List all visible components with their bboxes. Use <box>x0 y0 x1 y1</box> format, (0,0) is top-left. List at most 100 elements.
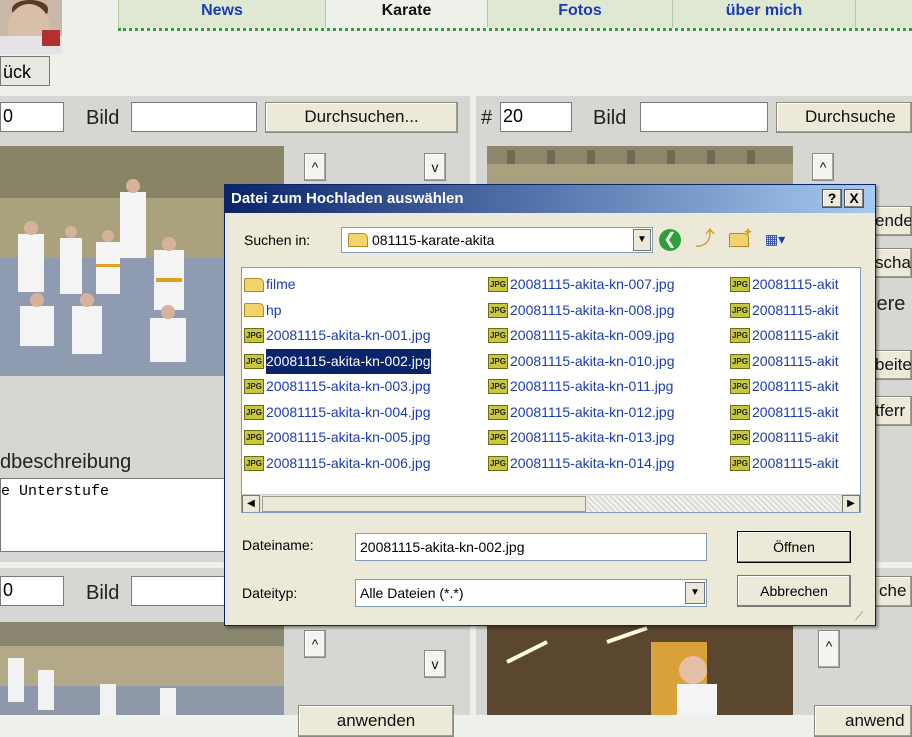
apply-button-left-bottom[interactable]: anwenden <box>298 705 454 737</box>
file-item[interactable]: JPG 20081115-akita-kn-001.jpg <box>242 323 431 349</box>
file-item-label: filme <box>266 276 296 293</box>
move-up-button-left[interactable]: ^ <box>304 153 326 181</box>
file-item-label: 20081115-akita-kn-007.jpg <box>510 276 675 293</box>
move-down-button-left[interactable]: v <box>424 153 446 181</box>
file-item[interactable]: hp <box>242 298 431 324</box>
file-item[interactable]: JPG 20081115-akit <box>728 451 839 477</box>
file-item[interactable]: JPG 20081115-akit <box>728 323 839 349</box>
position-field-left-bottom[interactable]: 0 <box>0 576 64 606</box>
scroll-left-arrow-icon[interactable]: ◀ <box>242 495 260 512</box>
close-button[interactable]: X <box>844 189 864 208</box>
jpg-file-icon: JPG <box>730 430 750 446</box>
open-button[interactable]: Öffnen <box>737 531 851 563</box>
browse-button-right[interactable]: Durchsuche <box>776 102 912 133</box>
move-up-button-right[interactable]: ^ <box>812 153 834 181</box>
file-item-label: 20081115-akita-kn-010.jpg <box>510 352 675 369</box>
lookin-dropdown-chevron-down-icon[interactable]: ▼ <box>633 229 651 251</box>
file-item[interactable]: JPG 20081115-akita-kn-013.jpg <box>486 425 675 451</box>
jpg-file-icon: JPG <box>488 302 508 318</box>
side-label-right: iere <box>872 293 906 315</box>
file-item-label: 20081115-akit <box>752 276 839 293</box>
file-item-label: 20081115-akit <box>752 352 839 369</box>
move-down-button-left-bottom[interactable]: v <box>424 650 446 678</box>
file-item[interactable]: JPG 20081115-akita-kn-014.jpg <box>486 451 675 477</box>
move-up-button-left-bottom[interactable]: ^ <box>304 630 326 658</box>
filetype-dropdown-chevron-down-icon[interactable]: ▼ <box>685 582 705 604</box>
position-field-left[interactable]: 0 <box>0 102 64 132</box>
jpg-file-icon: JPG <box>488 430 508 446</box>
file-item[interactable]: JPG 20081115-akit <box>728 425 839 451</box>
file-item[interactable]: JPG 20081115-akita-kn-010.jpg <box>486 349 675 375</box>
back-arrow-icon[interactable]: ❮ <box>659 229 681 251</box>
back-button[interactable]: ück <box>0 56 50 86</box>
tab-fotos[interactable]: Fotos <box>487 0 673 28</box>
file-item[interactable]: JPG 20081115-akit <box>728 272 839 298</box>
file-item[interactable]: JPG 20081115-akit <box>728 298 839 324</box>
lookin-select[interactable]: 081115-karate-akita <box>341 227 653 253</box>
resize-grip-icon[interactable]: ⟋ <box>855 609 863 624</box>
file-item[interactable]: JPG 20081115-akita-kn-003.jpg <box>242 374 431 400</box>
folder-up-icon[interactable]: ⤴ <box>693 227 717 251</box>
karate-photo-right-bottom-image <box>487 622 793 715</box>
new-folder-icon[interactable]: ✦ <box>729 225 753 249</box>
file-item[interactable]: JPG 20081115-akita-kn-007.jpg <box>486 272 675 298</box>
file-item-label: 20081115-akit <box>752 327 839 344</box>
jpg-file-icon: JPG <box>244 404 264 420</box>
file-item[interactable]: JPG 20081115-akita-kn-005.jpg <box>242 425 431 451</box>
description-label-left: dbeschreibung <box>0 451 132 473</box>
file-path-field-left-bottom[interactable] <box>131 576 225 606</box>
jpg-file-icon: JPG <box>730 328 750 344</box>
file-item[interactable]: JPG 20081115-akita-kn-004.jpg <box>242 400 431 426</box>
apply-button-right-bottom[interactable]: anwend <box>814 705 912 737</box>
file-item[interactable]: JPG 20081115-akita-kn-008.jpg <box>486 298 675 324</box>
folder-icon <box>244 277 264 292</box>
move-up-button-right-bottom[interactable]: ^ <box>818 630 840 668</box>
filename-input[interactable]: 20081115-akita-kn-002.jpg <box>355 533 707 561</box>
file-path-field-left[interactable] <box>131 102 257 132</box>
file-item[interactable]: JPG 20081115-akita-kn-006.jpg <box>242 451 431 477</box>
tab-more[interactable] <box>855 0 912 28</box>
position-field-right[interactable]: 20 <box>500 102 572 132</box>
file-item[interactable]: JPG 20081115-akit <box>728 374 839 400</box>
help-button[interactable]: ? <box>822 189 842 208</box>
hash-label-right: # <box>481 107 493 129</box>
file-item[interactable]: JPG 20081115-akita-kn-012.jpg <box>486 400 675 426</box>
browse-button-left[interactable]: Durchsuchen... <box>265 102 458 133</box>
file-item[interactable]: filme <box>242 272 431 298</box>
scroll-right-arrow-icon[interactable]: ▶ <box>842 495 860 512</box>
file-item-label: 20081115-akita-kn-004.jpg <box>266 403 431 420</box>
file-item[interactable]: JPG 20081115-akita-kn-009.jpg <box>486 323 675 349</box>
filetype-select[interactable]: Alle Dateien (*.*) <box>355 579 707 607</box>
file-item-label: 20081115-akita-kn-012.jpg <box>510 403 675 420</box>
file-item-label: 20081115-akit <box>752 301 839 318</box>
jpg-file-icon: JPG <box>730 379 750 395</box>
tab-karate[interactable]: Karate <box>325 0 488 28</box>
bild-label-left: Bild <box>86 107 120 129</box>
view-menu-icon[interactable]: ▦▾ <box>765 231 799 249</box>
file-item[interactable]: JPG 20081115-akita-kn-011.jpg <box>486 374 675 400</box>
file-item[interactable]: JPG 20081115-akit <box>728 349 839 375</box>
file-item-label: 20081115-akita-kn-011.jpg <box>510 378 674 395</box>
file-item[interactable]: JPG 20081115-akita-kn-002.jpg <box>242 347 432 375</box>
tab-news[interactable]: News <box>118 0 326 28</box>
file-column-3: JPG 20081115-akit JPG 20081115-akit JPG 20081… <box>728 272 839 476</box>
top-navigation: News Karate Fotos über mich <box>0 0 912 62</box>
file-item-label: 20081115-akita-kn-006.jpg <box>266 454 431 471</box>
jpg-file-icon: JPG <box>244 328 264 344</box>
file-item-label: 20081115-akita-kn-005.jpg <box>266 429 431 446</box>
tab-news-label: News <box>201 2 243 19</box>
jpg-file-icon: JPG <box>488 404 508 420</box>
file-item[interactable]: JPG 20081115-akit <box>728 400 839 426</box>
jpg-file-icon: JPG <box>730 302 750 318</box>
tab-fotos-label: Fotos <box>558 2 602 19</box>
jpg-file-icon: JPG <box>488 353 508 369</box>
tab-karate-label: Karate <box>381 2 432 19</box>
scrollbar-thumb[interactable] <box>262 496 586 512</box>
jpg-file-icon: JPG <box>244 353 264 369</box>
file-path-field-right[interactable] <box>640 102 768 132</box>
scrollbar-track[interactable] <box>588 496 840 512</box>
horizontal-scrollbar[interactable]: ◀ ▶ <box>242 494 860 512</box>
tab-ueber-mich[interactable]: über mich <box>672 0 856 28</box>
filetype-label: Dateityp: <box>242 585 298 601</box>
cancel-button[interactable]: Abbrechen <box>737 575 851 607</box>
